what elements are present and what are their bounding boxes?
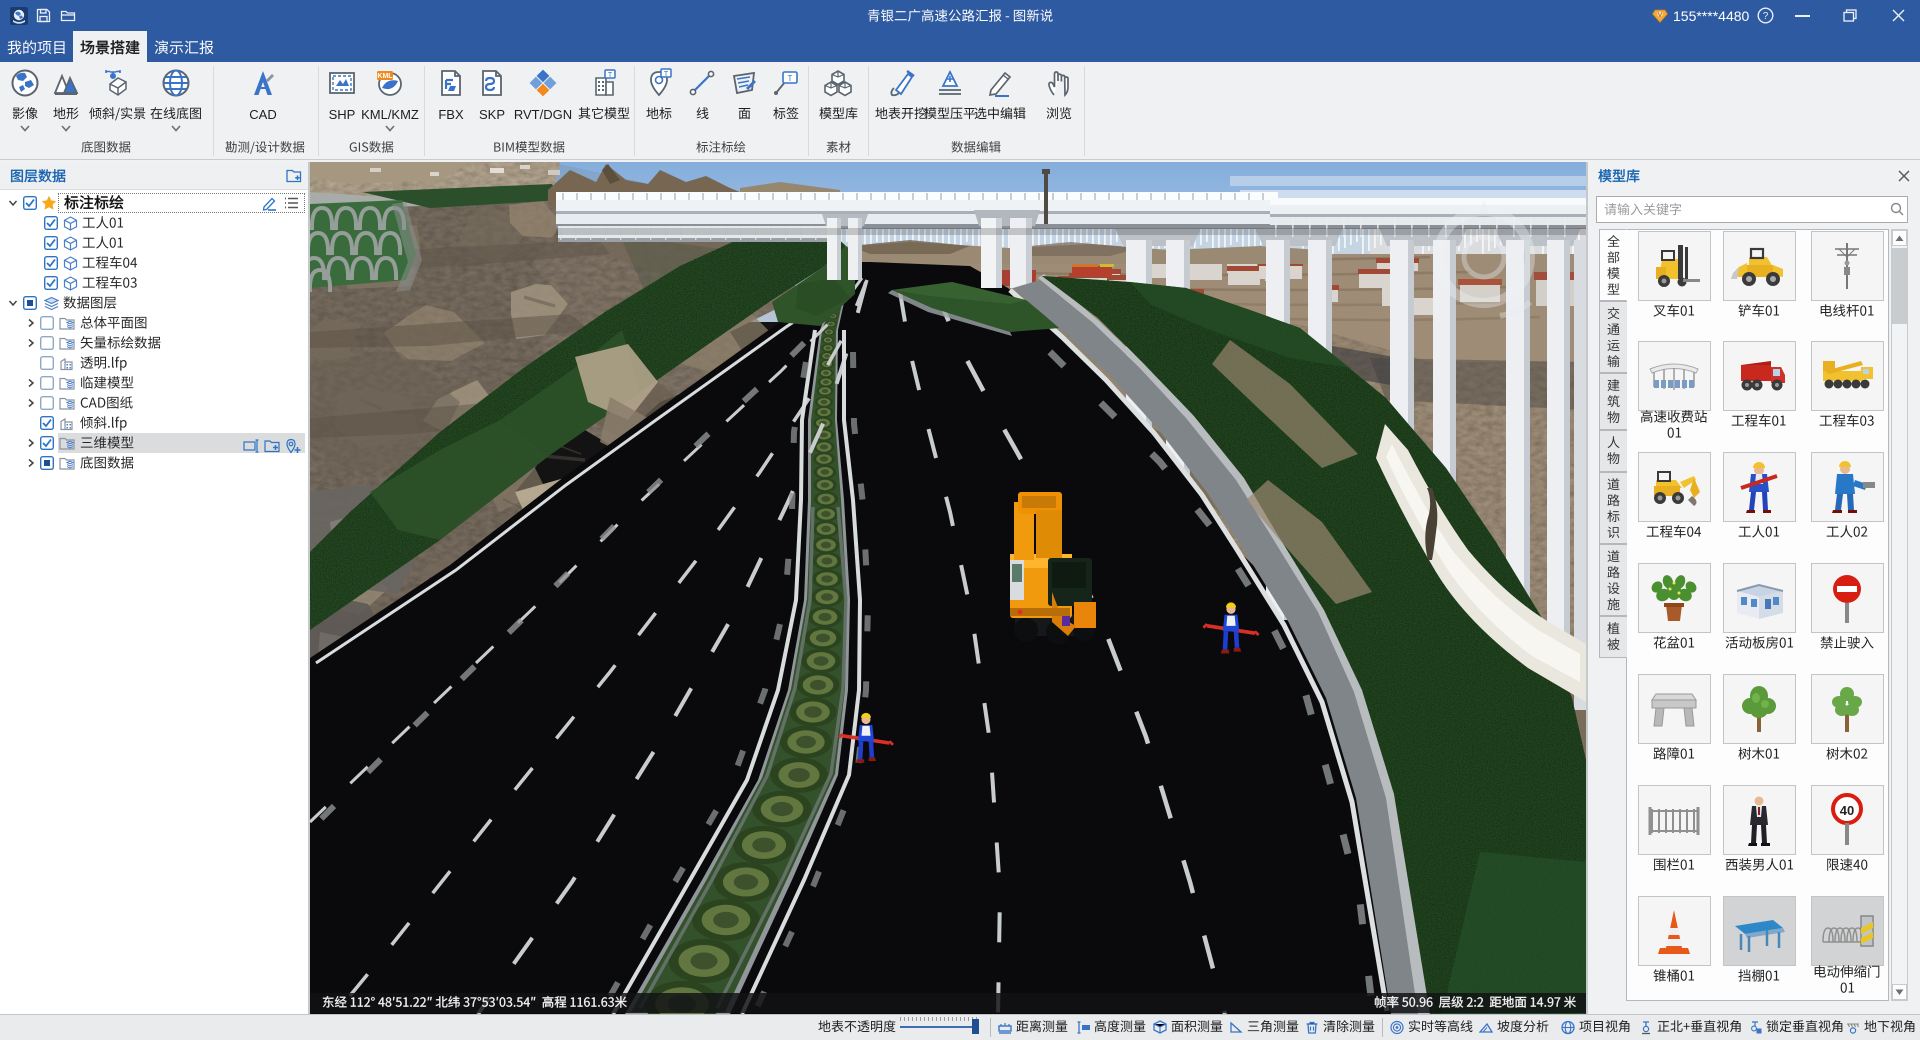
svg-text:T: T	[664, 71, 669, 78]
svg-text:40: 40	[1840, 803, 1854, 818]
svg-text:V: V	[1658, 12, 1663, 19]
svg-text:?: ?	[1763, 11, 1769, 22]
svg-text:KML: KML	[377, 73, 393, 80]
svg-text:T: T	[788, 74, 793, 83]
svg-text:T: T	[608, 72, 613, 79]
